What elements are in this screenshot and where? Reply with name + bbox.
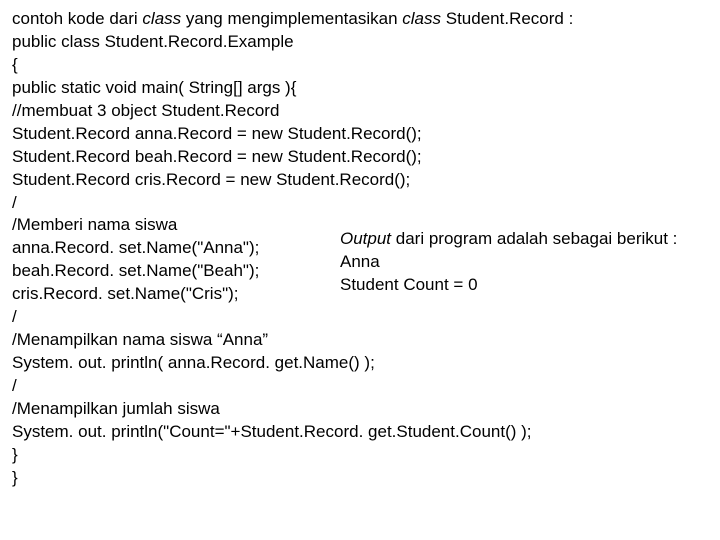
code-line-4: //membuat 3 object Student.Record [12,100,708,123]
code-line-13: / [12,306,708,329]
output-line-1: Anna [340,251,700,274]
output-line-2: Student Count = 0 [340,274,700,297]
output-text-post: dari program adalah sebagai berikut : [391,229,677,248]
output-line-0: Output dari program adalah sebagai berik… [340,228,700,251]
code-line-2: { [12,54,708,77]
output-italic: Output [340,229,391,248]
code-line-3: public static void main( String[] args )… [12,77,708,100]
code-line-8: / [12,192,708,215]
code-line-6: Student.Record beah.Record = new Student… [12,146,708,169]
text-mid: yang mengimplementasikan [181,9,402,28]
code-line-0: contoh kode dari class yang mengimplemen… [12,8,708,31]
code-line-16: / [12,375,708,398]
code-line-7: Student.Record cris.Record = new Student… [12,169,708,192]
code-line-19: } [12,444,708,467]
code-line-18: System. out. println("Count="+Student.Re… [12,421,708,444]
code-line-5: Student.Record anna.Record = new Student… [12,123,708,146]
code-line-15: System. out. println( anna.Record. get.N… [12,352,708,375]
italic-class-2: class [402,9,441,28]
code-line-17: /Menampilkan jumlah siswa [12,398,708,421]
output-block: Output dari program adalah sebagai berik… [340,228,700,297]
code-line-14: /Menampilkan nama siswa “Anna” [12,329,708,352]
code-line-1: public class Student.Record.Example [12,31,708,54]
text-pre: contoh kode dari [12,9,142,28]
code-line-20: } [12,467,708,490]
text-post: Student.Record : [441,9,573,28]
italic-class-1: class [142,9,181,28]
